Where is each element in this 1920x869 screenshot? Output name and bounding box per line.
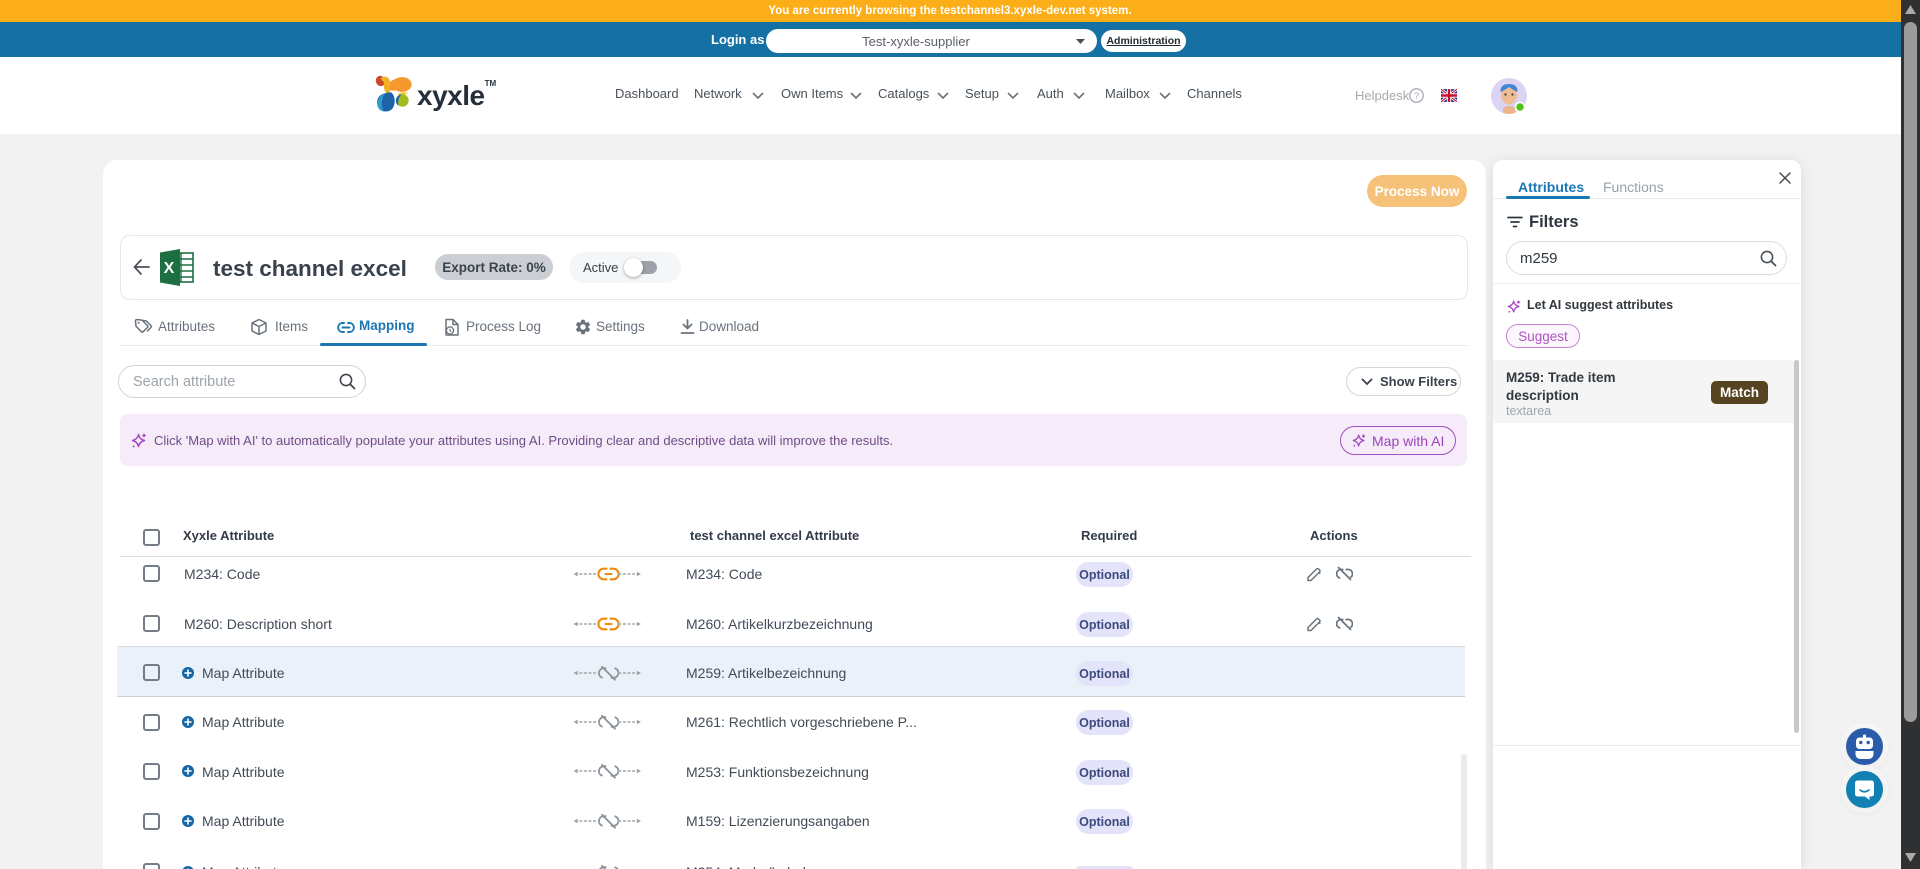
svg-text:X: X (164, 260, 175, 277)
svg-text:?: ? (1414, 91, 1419, 102)
